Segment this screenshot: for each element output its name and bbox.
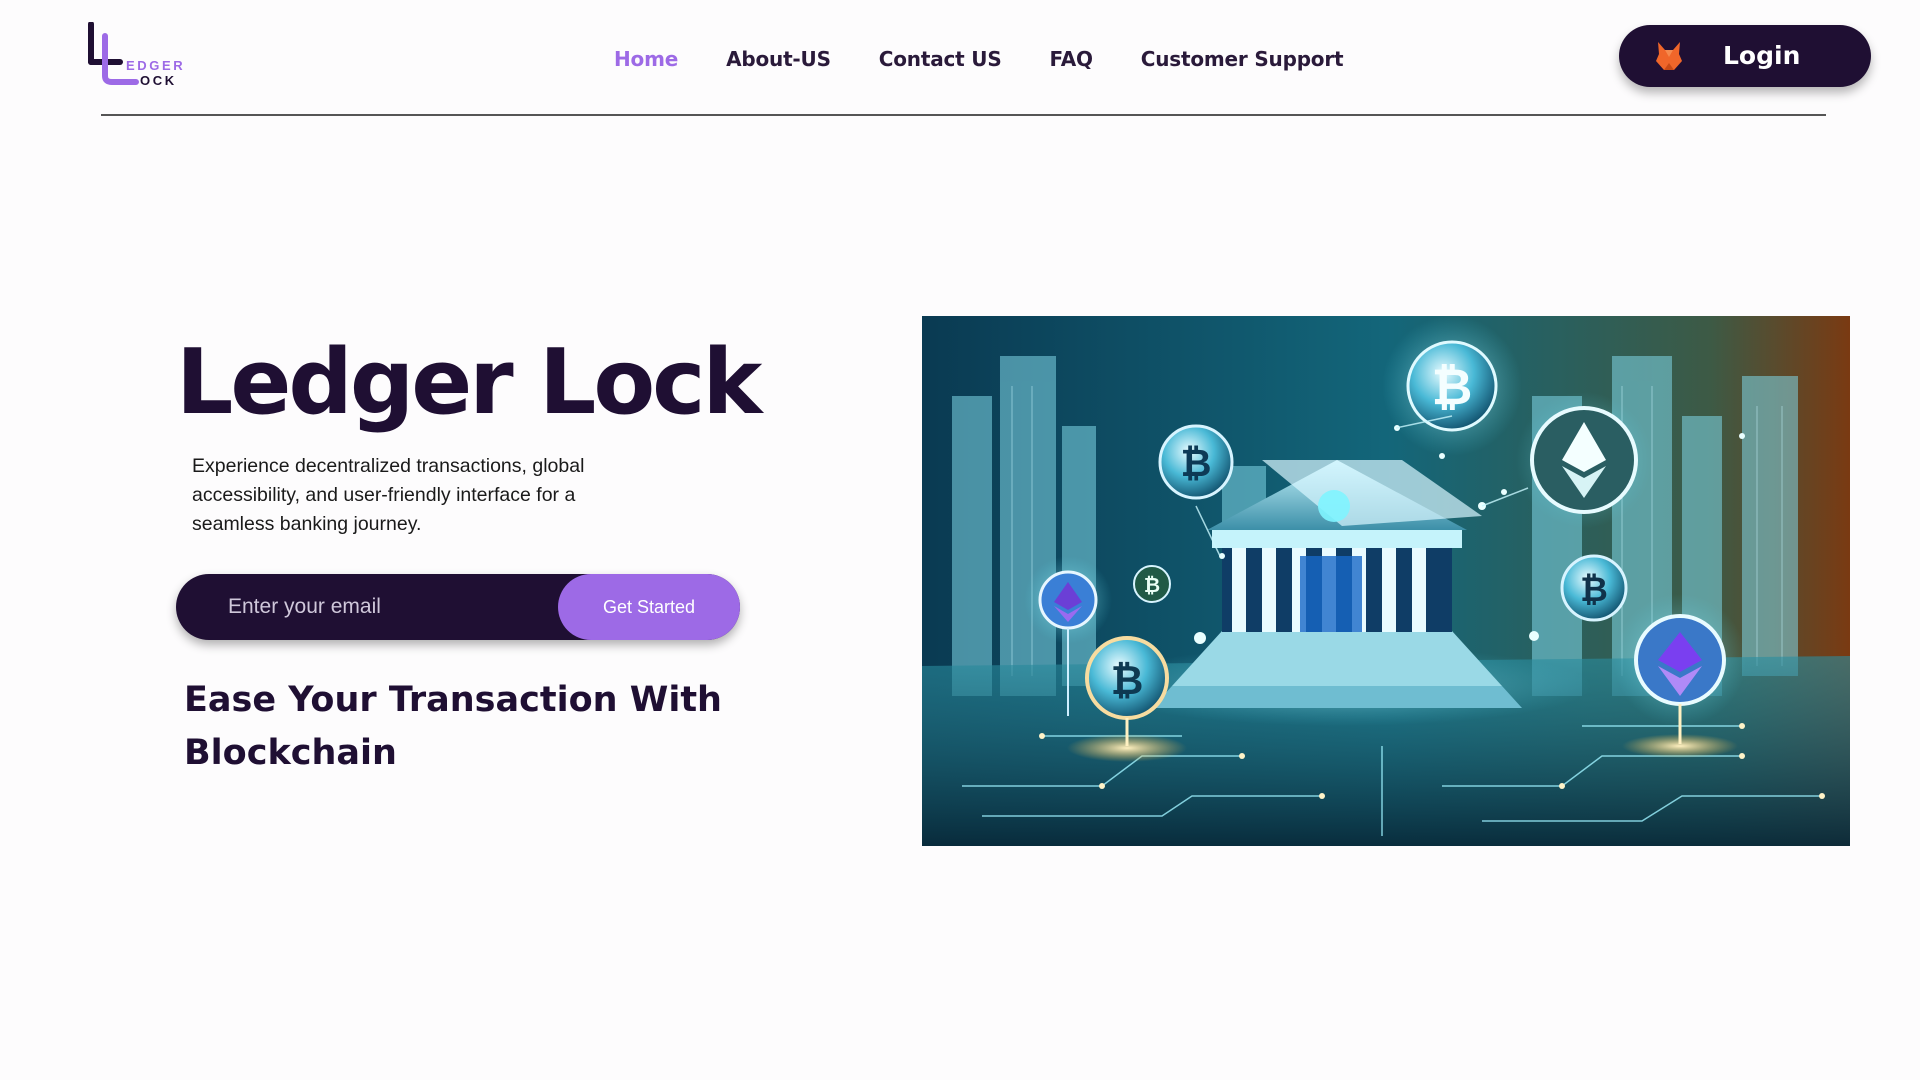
landing-page: EDGER OCK Home About-US Contact US FAQ C… [0,0,1920,1080]
nav-about-us[interactable]: About-US [726,47,831,71]
ethereum-icon [1516,392,1652,528]
bitcoin-icon: ₿ [1560,554,1628,622]
main-nav: Home About-US Contact US FAQ Customer Su… [614,47,1344,71]
email-input[interactable] [176,574,556,640]
svg-text:₿: ₿ [1181,441,1212,485]
svg-text:₿: ₿ [1111,658,1144,704]
header-divider [101,114,1826,116]
nav-home[interactable]: Home [614,47,678,71]
nav-faq[interactable]: FAQ [1050,47,1093,71]
hero-tagline: Ease Your Transaction With Blockchain [184,680,722,773]
bitcoin-icon: ₿ [1382,316,1522,456]
hero-description: Experience decentralized transactions, g… [192,455,585,535]
bitcoin-icon: ₿ [1133,565,1171,603]
get-started-button[interactable]: Get Started [558,574,740,640]
ledger-lock-logo[interactable]: EDGER OCK [86,22,186,88]
svg-text:₿: ₿ [1144,573,1160,597]
login-button[interactable]: Login [1619,25,1871,87]
nav-contact-us[interactable]: Contact US [879,47,1002,71]
illustration-canvas: ₿ ₿ ₿ ₿ ₿ [922,316,1850,846]
logo-wordmark-bottom: OCK [140,73,177,88]
login-label: Login [1723,41,1801,70]
email-signup-form: Get Started [176,574,740,640]
logo-wordmark-top: EDGER [126,58,186,73]
svg-text:₿: ₿ [1432,358,1473,416]
fox-icon [1656,42,1682,70]
svg-text:₿: ₿ [1580,570,1608,610]
hero-title: Ledger Lock [176,330,762,435]
nav-customer-support[interactable]: Customer Support [1141,47,1344,71]
bitcoin-icon: ₿ [1158,424,1234,500]
blockchain-bank-illustration: ₿ ₿ ₿ ₿ ₿ [922,316,1850,846]
